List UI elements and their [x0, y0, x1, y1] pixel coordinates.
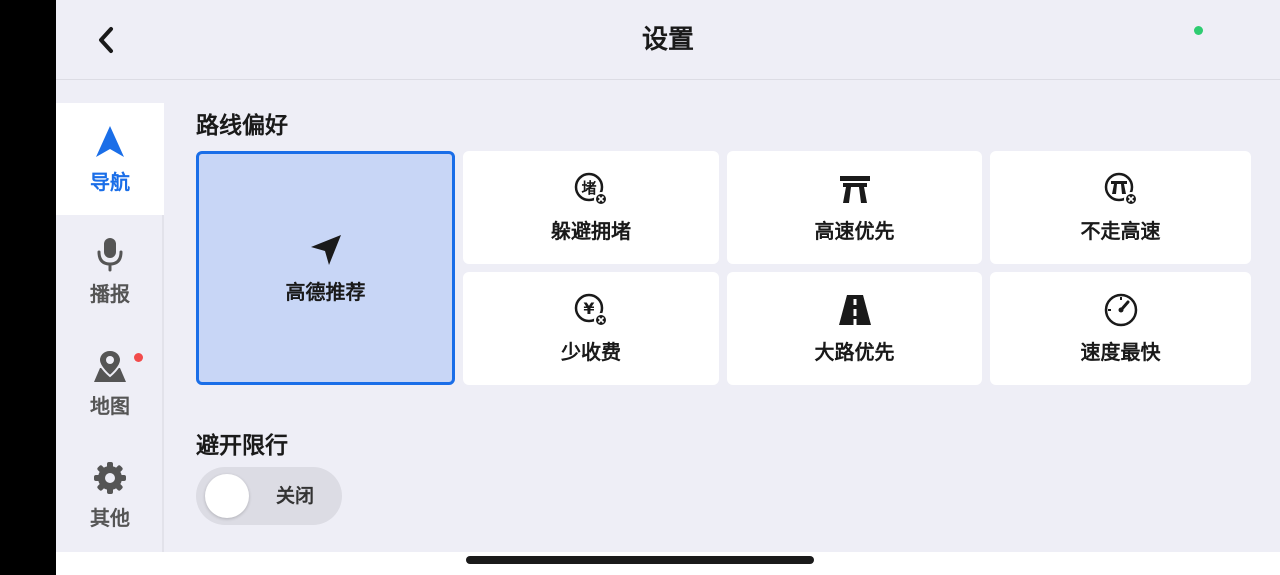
toggle-knob [205, 474, 249, 518]
route-preference-title: 路线偏好 [196, 113, 288, 139]
page-title: 设置 [641, 25, 694, 55]
option-label: 少收费 [561, 340, 621, 364]
sidebar-item-label: 播报 [90, 281, 130, 306]
highway-icon [839, 176, 870, 203]
option-label: 不走高速 [1080, 219, 1161, 243]
header-bar: 设置 [56, 0, 1280, 80]
svg-text:¥: ¥ [583, 299, 594, 318]
sidebar: 导航 播报 地图 其他 [56, 103, 164, 553]
main-road-icon [838, 295, 871, 325]
settings-screen: 设置 导航 播报 地图 其他 路线偏好 高德推荐 堵 躲避拥堵 高速优先 不走高… [56, 0, 1280, 575]
option-label: 高速优先 [814, 219, 895, 243]
sidebar-item-label: 其他 [90, 505, 130, 530]
option-avoid-congestion[interactable]: 堵 躲避拥堵 [463, 151, 719, 264]
svg-text:堵: 堵 [581, 179, 596, 197]
option-less-toll[interactable]: ¥ 少收费 [463, 272, 719, 385]
no-highway-icon [1104, 172, 1138, 206]
sidebar-item-other[interactable]: 其他 [56, 439, 164, 551]
restriction-title: 避开限行 [196, 433, 288, 459]
sidebar-item-navigation[interactable]: 导航 [56, 103, 164, 215]
navigation-arrow-icon [96, 125, 124, 157]
toggle-label: 关闭 [276, 485, 315, 507]
home-indicator[interactable] [466, 556, 814, 564]
sidebar-item-map[interactable]: 地图 [56, 327, 164, 439]
sidebar-item-label: 地图 [90, 393, 130, 418]
option-highway-first[interactable]: 高速优先 [727, 151, 982, 264]
gear-icon [94, 461, 126, 494]
option-label: 大路优先 [814, 340, 895, 364]
speedometer-icon [1104, 293, 1137, 327]
less-toll-icon: ¥ [574, 293, 608, 327]
map-pin-icon [94, 348, 126, 382]
microphone-icon [97, 237, 123, 271]
option-label: 速度最快 [1080, 340, 1161, 364]
option-label: 高德推荐 [285, 279, 366, 304]
notification-badge [134, 353, 143, 362]
option-fastest[interactable]: 速度最快 [990, 272, 1251, 385]
restriction-toggle[interactable]: 关闭 [196, 467, 342, 525]
option-amap-recommended[interactable]: 高德推荐 [196, 151, 455, 385]
avoid-congestion-icon: 堵 [574, 172, 608, 206]
status-indicator-dot [1194, 26, 1203, 35]
sidebar-item-label: 导航 [90, 169, 130, 194]
sidebar-item-broadcast[interactable]: 播报 [56, 215, 164, 327]
paper-plane-icon [310, 234, 341, 265]
option-avoid-highway[interactable]: 不走高速 [990, 151, 1251, 264]
option-label: 躲避拥堵 [551, 219, 631, 243]
option-main-road-first[interactable]: 大路优先 [727, 272, 982, 385]
